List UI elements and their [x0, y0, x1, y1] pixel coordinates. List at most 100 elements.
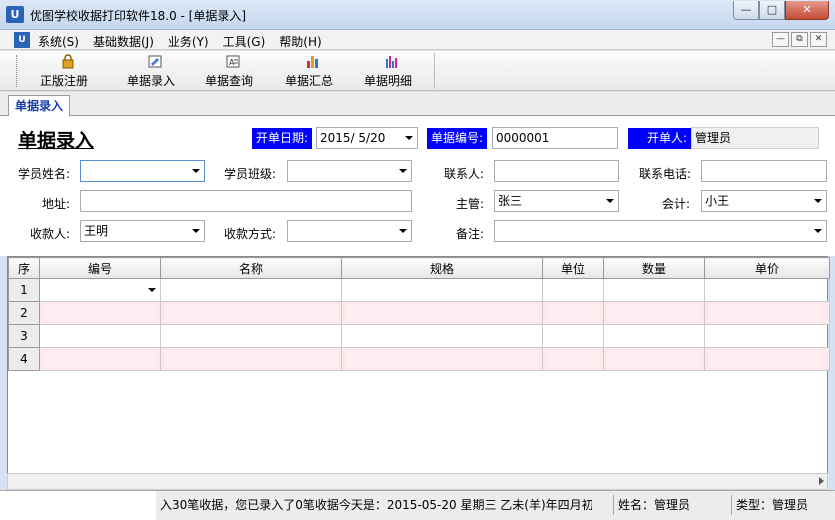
entry-button[interactable]: 单据录入	[127, 54, 183, 88]
toolbar-separator	[434, 53, 435, 89]
phone-field[interactable]	[701, 160, 827, 182]
grid-cell-spec[interactable]	[341, 278, 543, 302]
close-button[interactable]: ✕	[785, 1, 829, 20]
col-header-index: 序	[8, 257, 40, 279]
tab-document-entry[interactable]: 单据录入	[8, 95, 71, 117]
chevron-down-icon	[405, 136, 413, 140]
grid-cell-name[interactable]	[160, 278, 342, 302]
table-row: 1	[8, 278, 830, 302]
mdi-child-icon[interactable]: U	[14, 32, 30, 48]
doc-no-value: 0000001	[496, 131, 550, 145]
grid-cell-qty[interactable]	[603, 324, 705, 348]
doc-no-label: 单据编号:	[427, 128, 488, 149]
summary-button[interactable]: 单据汇总	[285, 54, 341, 88]
menu-system[interactable]: 系统(S)	[38, 33, 79, 50]
grid-cell-spec[interactable]	[341, 324, 543, 348]
row-number: 1	[8, 278, 40, 302]
menu-bar: U 系统(S) 基础数据(J) 业务(Y) 工具(G) 帮助(H) — ⧉ ✕	[0, 30, 835, 50]
scroll-right-icon[interactable]	[819, 477, 824, 485]
student-class-label: 学员班级:	[224, 167, 277, 181]
entry-form: 单据录入 开单日期: 2015/ 5/20 单据编号: 0000001 开单人:…	[0, 116, 835, 256]
tab-strip: 单据录入	[0, 92, 835, 117]
register-button[interactable]: 正版注册	[40, 54, 96, 88]
supervisor-combo[interactable]: 张三	[494, 190, 619, 212]
menu-help[interactable]: 帮助(H)	[279, 33, 321, 50]
grid-cell-code[interactable]	[39, 278, 161, 302]
title-bar: U 优图学校收据打印软件18.0 - [单据录入] — □ ✕	[0, 0, 835, 30]
grid-cell-qty[interactable]	[603, 278, 705, 302]
detail-button[interactable]: 单据明细	[364, 54, 420, 88]
lock-icon	[62, 54, 74, 69]
supervisor-label: 主管:	[456, 197, 485, 211]
chevron-down-icon	[399, 229, 407, 233]
grid-cell-spec[interactable]	[341, 347, 543, 371]
menu-business[interactable]: 业务(Y)	[168, 33, 209, 50]
mdi-restore-button[interactable]: ⧉	[791, 32, 808, 47]
window-title: 优图学校收据打印软件18.0 - [单据录入]	[30, 9, 247, 23]
grid-cell-name[interactable]	[160, 301, 342, 325]
chevron-down-icon	[399, 169, 407, 173]
grid-cell-code[interactable]	[39, 301, 161, 325]
status-message: 入30笔收据，您已录入了0笔收据今天是：2015-05-20 星期三 乙未(羊)…	[160, 498, 592, 512]
contact-field[interactable]	[494, 160, 619, 182]
chevron-down-icon[interactable]	[148, 288, 156, 292]
menu-basic-data[interactable]: 基础数据(J)	[93, 33, 154, 50]
phone-label: 联系电话:	[639, 167, 692, 181]
col-header-price[interactable]: 单价	[704, 257, 830, 279]
grid-cell-price[interactable]	[704, 324, 830, 348]
remark-combo[interactable]	[494, 220, 827, 242]
accountant-combo[interactable]: 小王	[701, 190, 827, 212]
grid-cell-price[interactable]	[704, 301, 830, 325]
grid-cell-name[interactable]	[160, 324, 342, 348]
payee-value: 王明	[84, 224, 109, 238]
register-button-label: 正版注册	[40, 74, 89, 88]
grid-cell-name[interactable]	[160, 347, 342, 371]
grid-cell-code[interactable]	[39, 324, 161, 348]
col-header-unit[interactable]: 单位	[542, 257, 604, 279]
col-header-name[interactable]: 名称	[160, 257, 342, 279]
mdi-minimize-button[interactable]: —	[772, 32, 789, 47]
maximize-button[interactable]: □	[759, 1, 785, 20]
minimize-button[interactable]: —	[733, 1, 759, 20]
address-label: 地址:	[42, 197, 71, 211]
payment-method-combo[interactable]	[287, 220, 412, 242]
summary-button-label: 单据汇总	[285, 74, 334, 88]
grid-cell-unit[interactable]	[542, 347, 604, 371]
grid-cell-spec[interactable]	[341, 301, 543, 325]
grid-cell-price[interactable]	[704, 278, 830, 302]
col-header-qty[interactable]: 数量	[603, 257, 705, 279]
detail-chart-icon	[386, 56, 397, 68]
row-number: 2	[8, 301, 40, 325]
mdi-close-button[interactable]: ✕	[810, 32, 827, 47]
student-name-label: 学员姓名:	[18, 167, 71, 181]
doc-no-field[interactable]: 0000001	[492, 127, 618, 149]
col-header-spec[interactable]: 规格	[341, 257, 543, 279]
horizontal-scrollbar[interactable]	[7, 473, 828, 490]
creator-field: 管理员	[691, 127, 819, 149]
open-date-picker[interactable]: 2015/ 5/20	[316, 127, 418, 149]
grid-cell-code[interactable]	[39, 347, 161, 371]
query-button[interactable]: A 单据查询	[205, 54, 261, 88]
creator-value: 管理员	[695, 131, 732, 145]
grid-cell-qty[interactable]	[603, 347, 705, 371]
student-class-combo[interactable]	[287, 160, 412, 182]
grid-cell-unit[interactable]	[542, 324, 604, 348]
address-field[interactable]	[80, 190, 412, 212]
grid-cell-unit[interactable]	[542, 301, 604, 325]
status-bar: 入30笔收据，您已录入了0笔收据今天是：2015-05-20 星期三 乙未(羊)…	[0, 490, 835, 520]
chevron-down-icon	[814, 199, 822, 203]
table-row: 2	[8, 301, 830, 325]
toolbar: 正版注册 单据录入 A 单据查询 单据汇总 单据明细	[0, 51, 835, 91]
grid-cell-qty[interactable]	[603, 301, 705, 325]
query-icon: A	[226, 55, 240, 68]
col-header-code[interactable]: 编号	[39, 257, 161, 279]
chevron-down-icon	[606, 199, 614, 203]
grid-cell-unit[interactable]	[542, 278, 604, 302]
student-name-combo[interactable]	[80, 160, 205, 182]
payee-label: 收款人:	[30, 227, 71, 241]
payee-combo[interactable]: 王明	[80, 220, 205, 242]
menu-tools[interactable]: 工具(G)	[223, 33, 266, 50]
row-number: 4	[8, 347, 40, 371]
grid-cell-price[interactable]	[704, 347, 830, 371]
table-row: 3	[8, 324, 830, 348]
